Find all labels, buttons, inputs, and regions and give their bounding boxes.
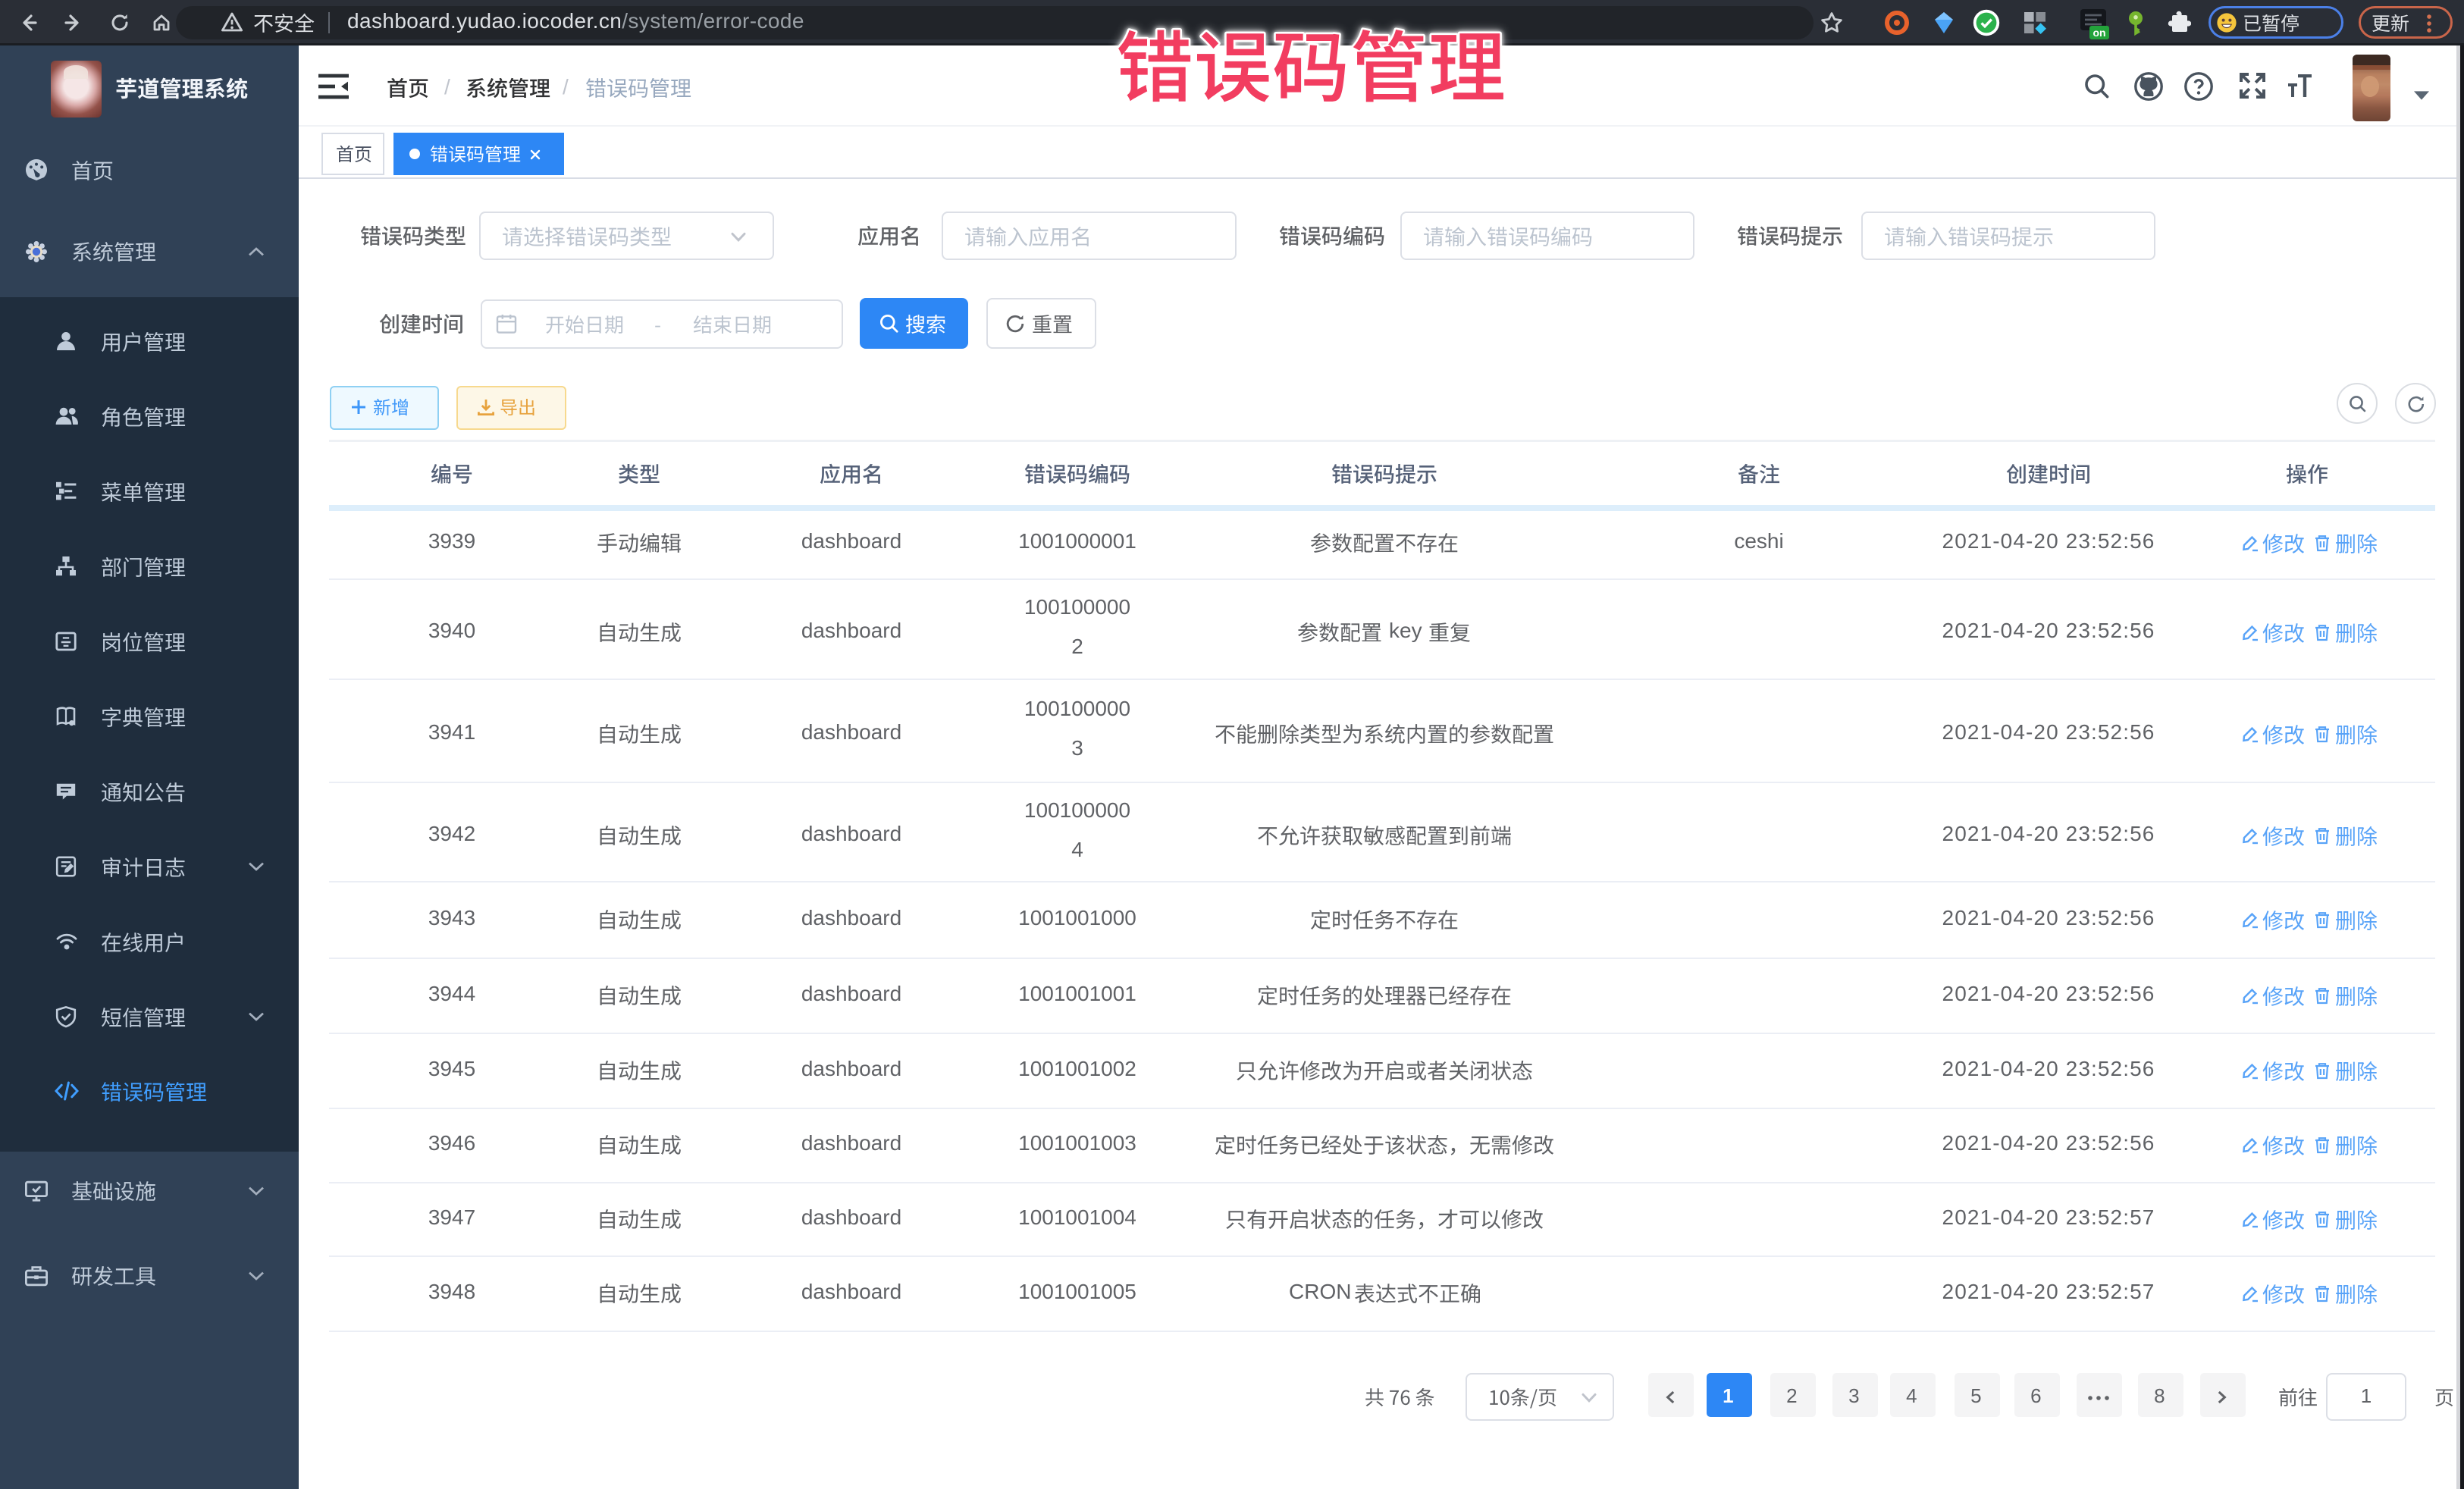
svg-text:on: on: [2093, 27, 2105, 39]
